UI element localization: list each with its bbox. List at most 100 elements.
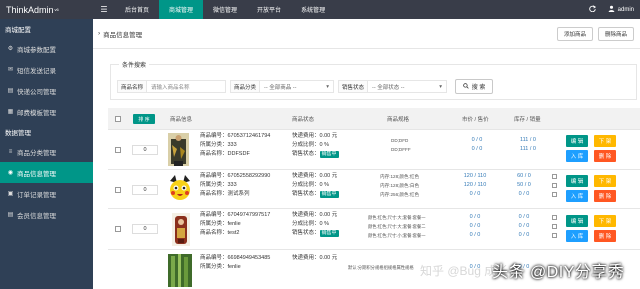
price-item: 0 / 0 xyxy=(469,223,481,229)
spec-checkbox[interactable] xyxy=(552,192,557,197)
row-checkbox[interactable] xyxy=(115,187,121,193)
select-all-checkbox[interactable] xyxy=(115,116,121,122)
sidebar-item-label: 商品分类管理 xyxy=(17,149,56,157)
spec-item: 颜色:红色;尺寸:大;套餐:套餐二 xyxy=(368,224,426,229)
sidebar-item-label: 订单记录管理 xyxy=(17,191,56,199)
app-logo[interactable]: ThinkAdmin v6 xyxy=(0,0,93,19)
price-item: 0 / 0 xyxy=(469,191,481,197)
header-goods-info: 商品信息 xyxy=(170,117,193,123)
goods-stock: 111 / 0 111 / 0 xyxy=(512,136,544,154)
goods-cate-field: 商品分类 -- 全部商品 -- ▾ xyxy=(230,80,335,93)
sidebar-group-data[interactable]: 数据管理 xyxy=(0,122,93,141)
edit-button[interactable]: 编 辑 xyxy=(566,215,588,227)
add-goods-button[interactable]: 添加商品 xyxy=(556,26,593,41)
goods-name: 商品名称：DDFSDF xyxy=(200,151,250,157)
sidebar-item-members[interactable]: ▤ 会员信息管理 xyxy=(0,204,93,225)
sidebar-item-label: 商城参数配置 xyxy=(17,46,56,54)
row-checkbox[interactable] xyxy=(115,147,121,153)
edit-button[interactable]: 编 辑 xyxy=(566,135,588,147)
stock-in-button[interactable]: 入 库 xyxy=(566,190,588,202)
topnav-home[interactable]: 后台首页 xyxy=(115,0,159,19)
delete-button[interactable]: 删 除 xyxy=(594,230,616,242)
price-item: 0 / 0 xyxy=(471,146,483,152)
share-ratio: 分成比例：0 % xyxy=(292,182,329,188)
sidebar-item-label: 快递公司管理 xyxy=(17,88,56,96)
goods-code: 商品编号：66984949453485 xyxy=(200,255,271,261)
logo-text: ThinkAdmin xyxy=(6,4,54,15)
sidebar-item-orders[interactable]: ▣ 订单记录管理 xyxy=(0,183,93,204)
page-title: › 商品信息管理 xyxy=(98,29,142,39)
stock-item: 0 / 0 xyxy=(518,223,530,229)
delete-goods-button[interactable]: 删除商品 xyxy=(597,26,634,41)
header-goods-status: 商品状态 xyxy=(292,117,315,123)
sidebar-group-shop-config[interactable]: 商城配置 xyxy=(0,19,93,38)
spec-checkbox[interactable] xyxy=(552,174,557,179)
goods-info: 商品编号：67052558292990 所属分类：333 商品名称：测试系列 xyxy=(200,172,270,199)
spec-checkbox[interactable] xyxy=(552,183,557,188)
off-shelf-button[interactable]: 下 架 xyxy=(594,175,616,187)
stock-item: 0 / 0 xyxy=(518,191,530,197)
topnav-open-platform[interactable]: 开放平台 xyxy=(247,0,291,19)
sidebar-item-goods[interactable]: ◉ 商品信息管理 xyxy=(0,162,93,183)
top-bar: ThinkAdmin v6 ☰ 后台首页 商城管理 微信管理 开放平台 系统管理 … xyxy=(0,0,640,19)
price-item: 0 / 0 xyxy=(469,214,481,220)
status-field: 销售状态 -- 全部状态 -- ▾ xyxy=(338,80,448,93)
goods-status: 快递费用：0.00 元 分成比例：0 % 销售状态： 销售中 xyxy=(292,172,339,199)
spec-checkbox[interactable] xyxy=(552,224,557,229)
spec-checkbox[interactable] xyxy=(552,215,557,220)
status-value: -- 全部状态 -- xyxy=(372,84,405,91)
search-panel: 条件搜索 商品名称 请输入商品名称 商品分类 -- 全部商品 -- ▾ 销售状态… xyxy=(110,60,637,100)
spec-checkbox[interactable] xyxy=(552,233,557,238)
menu-toggle-icon[interactable]: ☰ xyxy=(93,0,115,19)
express-fee: 快递费用：0.00 元 xyxy=(292,212,338,218)
stock-in-button[interactable]: 入 库 xyxy=(566,230,588,242)
message-icon: ✉ xyxy=(7,67,14,73)
refresh-icon[interactable] xyxy=(588,5,596,14)
goods-stock: 0 / 0 0 / 0 0 / 0 xyxy=(508,213,540,240)
sidebar-item-sms-log[interactable]: ✉ 短信发送记录 xyxy=(0,59,93,80)
topnav-shop[interactable]: 商城管理 xyxy=(159,0,204,19)
goods-thumbnail xyxy=(168,254,192,287)
sidebar-item-shop-params[interactable]: ⚙ 商城参数配置 xyxy=(0,38,93,59)
search-button[interactable]: 搜 索 xyxy=(455,79,494,94)
stock-in-button[interactable]: 入 库 xyxy=(566,150,588,162)
share-ratio: 分成比例：0 % xyxy=(292,142,329,148)
topnav-wechat[interactable]: 微信管理 xyxy=(203,0,247,19)
price-item: 120 / 110 xyxy=(463,182,487,188)
row-checkbox[interactable] xyxy=(115,226,121,232)
sidebar-item-category[interactable]: ≡ 商品分类管理 xyxy=(0,141,93,162)
status-badge: 销售中 xyxy=(319,230,339,237)
stock-item: 111 / 0 xyxy=(519,137,536,143)
off-shelf-button[interactable]: 下 架 xyxy=(594,215,616,227)
search-legend: 条件搜索 xyxy=(119,60,150,69)
edit-button[interactable]: 编 辑 xyxy=(566,175,588,187)
goods-category: 所属分类：fenlie xyxy=(200,264,241,270)
spec-item: 颜色:红色;尺寸:大;套餐:套餐一 xyxy=(368,215,426,220)
stock-item: 60 / 0 xyxy=(517,173,531,179)
goods-price: 120 / 110 120 / 110 0 / 0 xyxy=(454,172,496,199)
sort-input[interactable]: 0 xyxy=(132,185,158,195)
user-menu[interactable]: admin xyxy=(608,5,634,14)
sidebar-item-express[interactable]: ▤ 快递公司管理 xyxy=(0,80,93,101)
settings-icon: ⚙ xyxy=(7,46,14,52)
goods-code: 商品编号：67049747997517 xyxy=(200,212,271,218)
goods-thumbnail xyxy=(168,133,189,166)
sidebar-item-postage[interactable]: ▦ 邮费模板管理 xyxy=(0,101,93,122)
sort-input[interactable]: 0 xyxy=(132,145,158,155)
delete-button[interactable]: 删 除 xyxy=(594,150,616,162)
goods-name-input[interactable]: 请输入商品名称 xyxy=(146,80,227,93)
goods-spec: 颜色:红色;尺寸:大;套餐:套餐一 颜色:红色;尺寸:大;套餐:套餐二 颜色:红… xyxy=(368,213,468,240)
goods-price: 0 / 0 0 / 0 0 / 0 xyxy=(454,213,496,240)
off-shelf-button[interactable]: 下 架 xyxy=(594,135,616,147)
category-icon: ≡ xyxy=(8,148,13,155)
topnav-system[interactable]: 系统管理 xyxy=(291,0,335,19)
delete-button[interactable]: 删 除 xyxy=(594,190,616,202)
sort-input[interactable]: 0 xyxy=(132,224,158,234)
sort-button[interactable]: 排 序 xyxy=(133,114,155,124)
goods-info: 商品编号：66984949453485 所属分类：fenlie xyxy=(200,254,270,272)
chevron-right-icon: › xyxy=(98,30,101,37)
goods-cate-select[interactable]: -- 全部商品 -- ▾ xyxy=(259,80,335,93)
goods-code: 商品编号：67052558292990 xyxy=(200,173,271,179)
goods-category: 所属分类：fenlie xyxy=(200,221,241,227)
status-select[interactable]: -- 全部状态 -- ▾ xyxy=(367,80,448,93)
